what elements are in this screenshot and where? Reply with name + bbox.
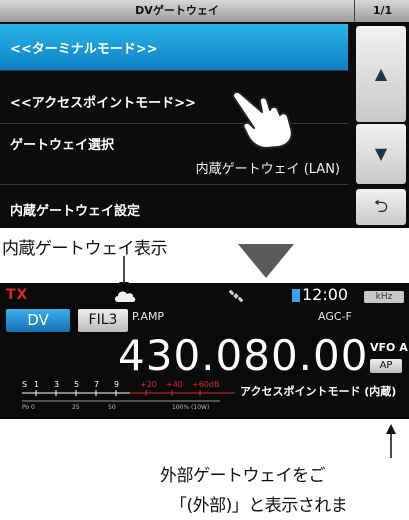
page-indicator: 1/1 — [354, 0, 409, 22]
builtin-gateway-caption: 内蔵ゲートウェイ表示 — [2, 239, 168, 259]
access-point-mode-indicator: アクセスポイントモード (内蔵) — [240, 385, 397, 398]
s-scale-label: 5 — [74, 380, 79, 389]
scroll-up-button[interactable]: ▲ — [356, 26, 406, 122]
external-gateway-caption-line1: 外部ゲートウェイをご — [160, 466, 326, 486]
back-button[interactable]: ⮌ — [356, 189, 406, 225]
mode-button-dv[interactable]: DV — [6, 309, 70, 332]
preamp-indicator: P.AMP — [132, 310, 165, 323]
clock: 12:00 — [302, 285, 349, 304]
khz-badge: kHz — [364, 291, 404, 303]
cloud-gateway-icon — [115, 291, 136, 302]
tx-indicator: TX — [6, 287, 29, 303]
arrow-up-icon — [386, 424, 396, 458]
gps-satellite-icon — [228, 289, 244, 303]
menu-item-label: 内蔵ゲートウェイ設定 — [10, 204, 141, 219]
external-gateway-caption-line2: 「(外部)」と表示されま — [170, 496, 348, 516]
scroll-down-button[interactable]: ▼ — [356, 124, 406, 184]
agc-indicator: AGC-F — [318, 310, 352, 323]
s-scale-label: 3 — [54, 380, 59, 389]
s-scale-label: +60dB — [192, 380, 219, 389]
po-scale-label: 25 — [72, 404, 80, 411]
s-scale-label: +40 — [166, 380, 183, 389]
filter-button[interactable]: FIL3 — [78, 309, 128, 332]
s-meter: S 1 3 5 7 9 +20 +40 +60dB Po 0 25 50 100… — [22, 380, 235, 411]
menu-item-value: 内蔵ゲートウェイ (LAN) — [195, 162, 340, 177]
battery-icon — [292, 289, 300, 302]
transceiver-display: TX 12:00 kHz DV FIL3 P.AMP AGC-F 430.080… — [0, 283, 409, 419]
menu-item-builtin-gateway-settings[interactable]: 内蔵ゲートウェイ設定 — [0, 186, 348, 228]
po-scale-label: Po 0 — [22, 404, 35, 411]
hand-pointer-icon — [232, 90, 293, 149]
po-scale-label: 50 — [108, 404, 116, 411]
access-point-badge: AP — [370, 359, 402, 373]
menu-item-label: <<アクセスポイントモード>> — [10, 96, 196, 111]
menu-item-label: <<ターミナルモード>> — [10, 42, 158, 57]
s-scale-label: 7 — [94, 380, 99, 389]
vfo-indicator: VFO A — [370, 341, 408, 354]
menu-title: DVゲートウェイ — [0, 0, 354, 22]
frequency-readout[interactable]: 430.080.00 — [118, 331, 368, 380]
transition-arrow-icon — [238, 244, 294, 278]
s-scale-label: +20 — [140, 380, 157, 389]
menu-item-terminal-mode[interactable]: <<ターミナルモード>> — [0, 24, 348, 71]
po-scale-label: 100% (10W) — [172, 404, 209, 411]
s-scale-label: S — [22, 380, 27, 389]
dv-gateway-menu-screen: DVゲートウェイ 1/1 <<ターミナルモード>> <<アクセスポイントモード>… — [0, 0, 409, 228]
s-scale-label: 9 — [114, 380, 119, 389]
menu-item-label: ゲートウェイ選択 — [10, 138, 115, 153]
s-scale-label: 1 — [34, 380, 39, 389]
